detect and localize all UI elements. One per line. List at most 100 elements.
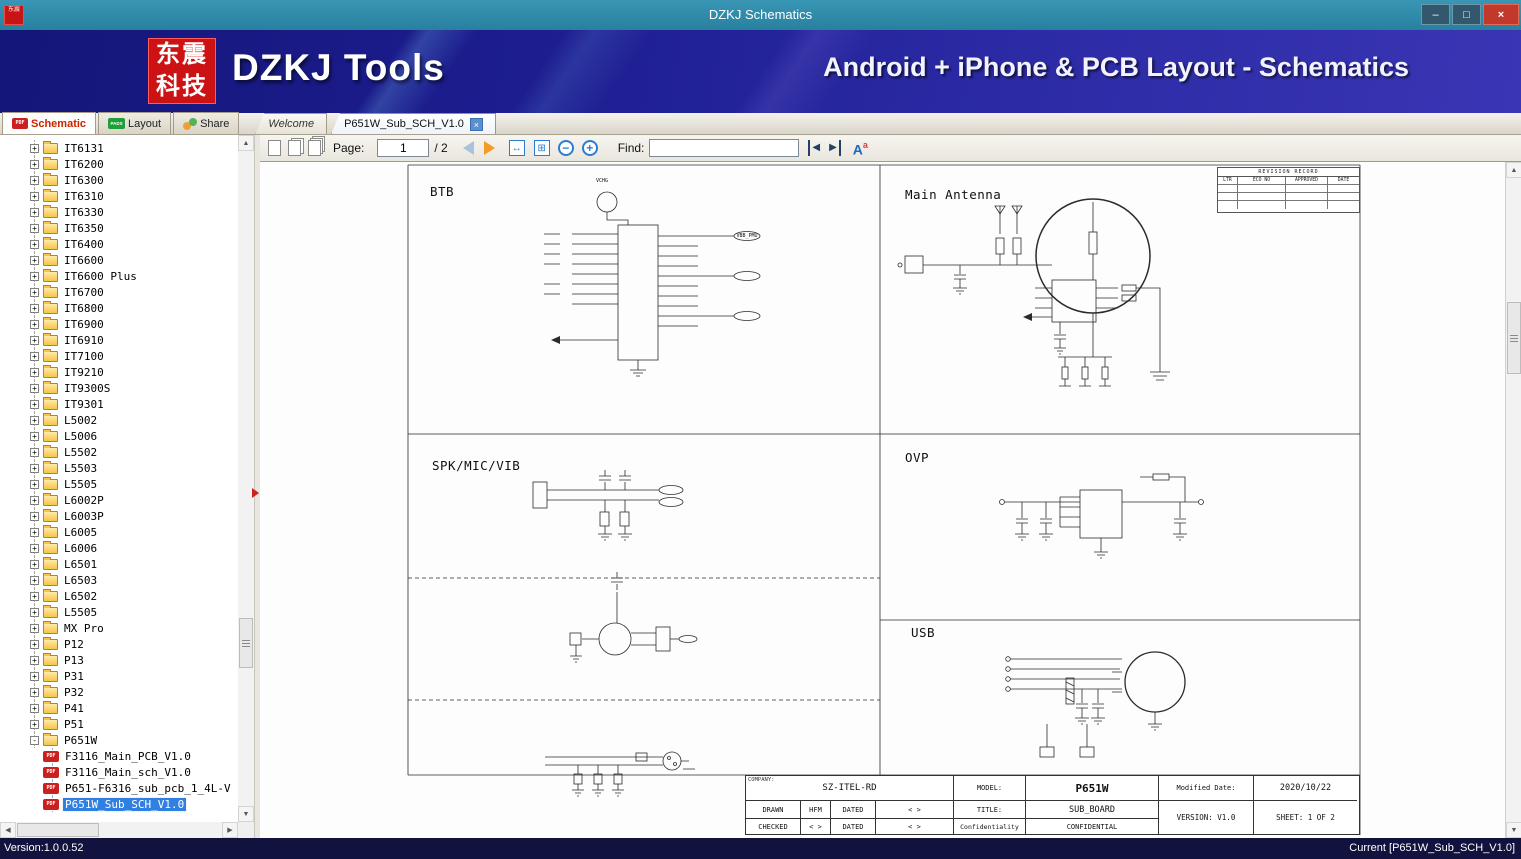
tree-folder[interactable]: + IT6900 [0,316,238,332]
scroll-right-icon[interactable]: ▶ [222,822,238,838]
expand-icon[interactable]: + [30,463,39,473]
fit-page-icon[interactable]: ⊞ [533,140,550,156]
expand-icon[interactable]: + [30,383,39,393]
sidebar-vscrollbar[interactable]: ▲ ▼ [238,135,254,822]
scroll-up-icon[interactable]: ▲ [238,135,254,151]
tab-schematic[interactable]: PDF Schematic [2,112,97,134]
expand-icon[interactable]: + [30,511,39,521]
expand-icon[interactable]: + [30,255,39,265]
tree-folder[interactable]: + L6002P [0,492,238,508]
expand-icon[interactable]: + [30,399,39,409]
expand-icon[interactable]: + [30,367,39,377]
expand-icon[interactable]: + [30,495,39,505]
tree-file[interactable]: PDF P651W_Sub_SCH_V1.0 [0,796,238,812]
next-page-icon[interactable] [483,141,495,155]
fit-width-icon[interactable]: ↔ [508,140,525,156]
expand-icon[interactable]: + [30,719,39,729]
tab-close-icon[interactable]: × [469,117,483,131]
expand-icon[interactable]: + [30,239,39,249]
tree-folder[interactable]: + IT6600 [0,252,238,268]
tree-folder[interactable]: + P32 [0,684,238,700]
expand-icon[interactable]: + [30,687,39,697]
tree-file[interactable]: PDF F3116_Main_PCB_V1.0 [0,748,238,764]
close-button[interactable]: × [1483,4,1519,25]
expand-icon[interactable]: + [30,591,39,601]
sidebar-hscrollbar[interactable]: ◀ ▶ [0,822,238,838]
tree-folder[interactable]: + L5505 [0,604,238,620]
tree-folder[interactable]: + L6005 [0,524,238,540]
multi-page-icon[interactable] [308,140,321,156]
tree-folder-expanded[interactable]: - P651W [0,732,238,748]
expand-icon[interactable]: + [30,143,39,153]
tab-share[interactable]: Share [173,112,240,134]
expand-icon[interactable]: + [30,159,39,169]
tree-folder[interactable]: + L6503 [0,572,238,588]
tree-folder[interactable]: + IT6910 [0,332,238,348]
tree-folder[interactable]: + IT9210 [0,364,238,380]
tree-folder[interactable]: + L5002 [0,412,238,428]
font-size-icon[interactable]: Aa [853,137,868,158]
tree-folder[interactable]: + MX Pro [0,620,238,636]
expand-icon[interactable]: + [30,607,39,617]
scrollbar-thumb[interactable] [1507,302,1521,374]
tab-layout[interactable]: PADS Layout [98,112,172,134]
expand-icon[interactable]: + [30,287,39,297]
tree-folder[interactable]: + P51 [0,716,238,732]
expand-icon[interactable]: + [30,639,39,649]
expand-icon[interactable]: + [30,191,39,201]
page-input[interactable] [377,139,430,157]
tree-folder[interactable]: + L5006 [0,428,238,444]
tree-folder[interactable]: + IT9300S [0,380,238,396]
expand-icon[interactable]: + [30,207,39,217]
tree-folder[interactable]: + IT6131 [0,140,238,156]
pdf-viewer[interactable]: BTB Main Antenna SPK/MIC/VIB OVP USB VCH… [260,162,1505,838]
facing-pages-icon[interactable] [288,140,301,156]
tree-folder[interactable]: + P12 [0,636,238,652]
expand-icon[interactable]: + [30,415,39,425]
scroll-down-icon[interactable]: ▼ [238,806,254,822]
tree-folder[interactable]: + IT6300 [0,172,238,188]
tree-folder[interactable]: + IT6350 [0,220,238,236]
tree-folder[interactable]: + P31 [0,668,238,684]
scroll-left-icon[interactable]: ◀ [0,822,16,838]
tree-file[interactable]: PDF F3116_Main_sch_V1.0 [0,764,238,780]
tree-folder[interactable]: + IT7100 [0,348,238,364]
expand-icon[interactable]: + [30,527,39,537]
scrollbar-thumb[interactable] [239,618,253,668]
expand-icon[interactable]: + [30,703,39,713]
expand-icon[interactable]: + [30,319,39,329]
tree-folder[interactable]: + IT6200 [0,156,238,172]
expand-icon[interactable]: + [30,671,39,681]
scroll-down-icon[interactable]: ▼ [1506,822,1521,838]
tab-document[interactable]: P651W_Sub_SCH_V1.0 × [331,113,496,134]
tree-folder[interactable]: + P41 [0,700,238,716]
find-prev-icon[interactable]: ◀ [808,140,820,156]
expand-icon[interactable]: + [30,335,39,345]
tree-folder[interactable]: + IT6800 [0,300,238,316]
expand-icon[interactable]: + [30,655,39,665]
tree-file[interactable]: PDF P651-F6316_sub_pcb_1_4L-V [0,780,238,796]
collapse-icon[interactable]: - [30,735,39,745]
tree-folder[interactable]: + P13 [0,652,238,668]
expand-icon[interactable]: + [30,223,39,233]
expand-icon[interactable]: + [30,271,39,281]
expand-icon[interactable]: + [30,447,39,457]
zoom-out-icon[interactable]: − [557,140,574,156]
tree-folder[interactable]: + L5503 [0,460,238,476]
minimize-button[interactable]: – [1421,4,1450,25]
zoom-in-icon[interactable]: + [581,140,598,156]
tree-folder[interactable]: + IT6600 Plus [0,268,238,284]
expand-icon[interactable]: + [30,543,39,553]
maximize-button[interactable]: □ [1452,4,1481,25]
expand-icon[interactable]: + [30,559,39,569]
tree-folder[interactable]: + L6502 [0,588,238,604]
expand-icon[interactable]: + [30,479,39,489]
expand-icon[interactable]: + [30,303,39,313]
scrollbar-thumb[interactable] [17,823,99,837]
tree-folder[interactable]: + IT6700 [0,284,238,300]
tree-folder[interactable]: + L5505 [0,476,238,492]
expand-icon[interactable]: + [30,623,39,633]
scroll-up-icon[interactable]: ▲ [1506,162,1521,178]
tree-folder[interactable]: + IT6310 [0,188,238,204]
expand-icon[interactable]: + [30,351,39,361]
